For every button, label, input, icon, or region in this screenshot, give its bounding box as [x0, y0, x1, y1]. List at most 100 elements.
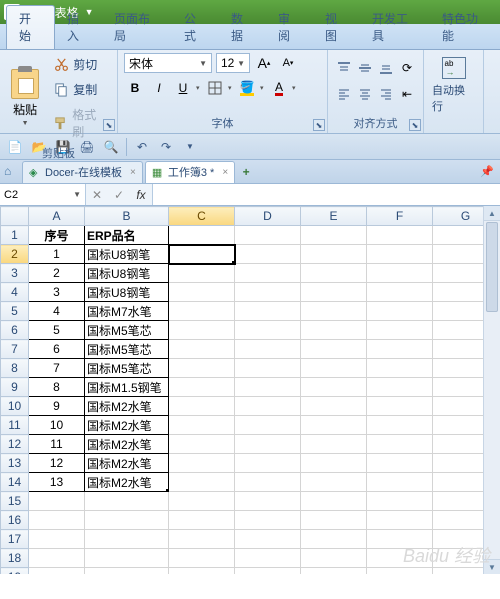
cell[interactable]: [169, 378, 235, 397]
cell[interactable]: 6: [29, 340, 85, 359]
tab-start[interactable]: 开始: [6, 5, 55, 49]
tab-special[interactable]: 特色功能: [430, 6, 500, 49]
cell[interactable]: 国标M2水笔: [85, 416, 169, 435]
cell[interactable]: [367, 378, 433, 397]
cell[interactable]: [367, 226, 433, 245]
close-icon[interactable]: ×: [222, 167, 228, 178]
cell[interactable]: [367, 549, 433, 568]
cell[interactable]: 12: [29, 454, 85, 473]
cell[interactable]: [301, 359, 367, 378]
cell[interactable]: [301, 340, 367, 359]
row-header[interactable]: 7: [1, 340, 29, 359]
cell[interactable]: [169, 340, 235, 359]
cell[interactable]: [169, 397, 235, 416]
cell[interactable]: 9: [29, 397, 85, 416]
cell[interactable]: 国标M5笔芯: [85, 340, 169, 359]
cell[interactable]: [235, 416, 301, 435]
align-middle-button[interactable]: [355, 57, 375, 79]
cell[interactable]: [169, 530, 235, 549]
cell[interactable]: 国标M2水笔: [85, 473, 169, 492]
cell[interactable]: 3: [29, 283, 85, 302]
cell[interactable]: [367, 302, 433, 321]
align-expand-icon[interactable]: ⬊: [409, 119, 421, 131]
row-header[interactable]: 5: [1, 302, 29, 321]
cell[interactable]: [235, 454, 301, 473]
tab-developer[interactable]: 开发工具: [360, 6, 430, 49]
border-button[interactable]: [204, 77, 226, 99]
paste-button[interactable]: 粘贴 ▼: [6, 53, 44, 143]
row-header[interactable]: 12: [1, 435, 29, 454]
copy-button[interactable]: 复制: [48, 78, 111, 101]
row-header[interactable]: 6: [1, 321, 29, 340]
cell[interactable]: [235, 302, 301, 321]
col-header-B[interactable]: B: [85, 207, 169, 226]
new-tab-button[interactable]: +: [237, 165, 255, 179]
cell[interactable]: [367, 435, 433, 454]
increase-font-button[interactable]: A▴: [254, 53, 274, 73]
cell[interactable]: [85, 568, 169, 575]
cell[interactable]: [169, 492, 235, 511]
name-box[interactable]: C2 ▼: [0, 184, 86, 205]
cell[interactable]: [169, 302, 235, 321]
cell[interactable]: [169, 549, 235, 568]
row-header[interactable]: 14: [1, 473, 29, 492]
cell[interactable]: [235, 473, 301, 492]
underline-button[interactable]: U: [172, 77, 194, 99]
tab-formula[interactable]: 公式: [172, 6, 219, 49]
align-bottom-button[interactable]: [376, 57, 396, 79]
cell[interactable]: [301, 264, 367, 283]
tab-review[interactable]: 审阅: [266, 6, 313, 49]
cell[interactable]: [169, 359, 235, 378]
align-top-button[interactable]: [334, 57, 354, 79]
row-header[interactable]: 3: [1, 264, 29, 283]
row-header[interactable]: 10: [1, 397, 29, 416]
doctab-workbook[interactable]: ▦ 工作簿3 * ×: [145, 161, 235, 183]
row-header[interactable]: 16: [1, 511, 29, 530]
spreadsheet-grid[interactable]: ABCDEFG1序号ERP品名21国标U8钢笔32国标U8钢笔43国标U8钢笔5…: [0, 206, 500, 574]
cell[interactable]: 13: [29, 473, 85, 492]
cell[interactable]: [169, 473, 235, 492]
cell[interactable]: [301, 435, 367, 454]
cell[interactable]: [301, 568, 367, 575]
cell[interactable]: [235, 321, 301, 340]
cell[interactable]: [367, 359, 433, 378]
cell[interactable]: 国标M1.5钢笔: [85, 378, 169, 397]
cell[interactable]: [29, 549, 85, 568]
align-center-button[interactable]: [355, 83, 375, 105]
tab-insert[interactable]: 插入: [55, 6, 102, 49]
scroll-thumb[interactable]: [486, 222, 498, 312]
orientation-button[interactable]: ⟳: [397, 57, 417, 79]
pin-icon[interactable]: 📌: [480, 165, 494, 178]
cell[interactable]: 7: [29, 359, 85, 378]
cell[interactable]: 国标M2水笔: [85, 435, 169, 454]
cell[interactable]: [301, 416, 367, 435]
row-header[interactable]: 19: [1, 568, 29, 575]
cell[interactable]: 5: [29, 321, 85, 340]
cell[interactable]: 国标M2水笔: [85, 397, 169, 416]
cell[interactable]: [235, 340, 301, 359]
clipboard-expand-icon[interactable]: ⬊: [103, 119, 115, 131]
cell[interactable]: [367, 283, 433, 302]
cell[interactable]: 国标U8钢笔: [85, 283, 169, 302]
cell[interactable]: [301, 397, 367, 416]
cell[interactable]: [235, 378, 301, 397]
cell[interactable]: 国标M7水笔: [85, 302, 169, 321]
cell[interactable]: [169, 226, 235, 245]
col-header-F[interactable]: F: [367, 207, 433, 226]
cell[interactable]: [235, 245, 301, 264]
qat-more-button[interactable]: ▼: [179, 137, 201, 157]
col-header-C[interactable]: C: [169, 207, 235, 226]
cell[interactable]: 4: [29, 302, 85, 321]
cell[interactable]: [367, 340, 433, 359]
col-header-A[interactable]: A: [29, 207, 85, 226]
cell[interactable]: [235, 549, 301, 568]
cell[interactable]: [85, 492, 169, 511]
cancel-icon[interactable]: ✕: [86, 188, 108, 202]
row-header[interactable]: 13: [1, 454, 29, 473]
cell[interactable]: [235, 492, 301, 511]
col-header-E[interactable]: E: [301, 207, 367, 226]
home-icon[interactable]: ⌂: [4, 164, 20, 180]
cell[interactable]: [169, 264, 235, 283]
cell[interactable]: [29, 530, 85, 549]
cell[interactable]: [301, 511, 367, 530]
